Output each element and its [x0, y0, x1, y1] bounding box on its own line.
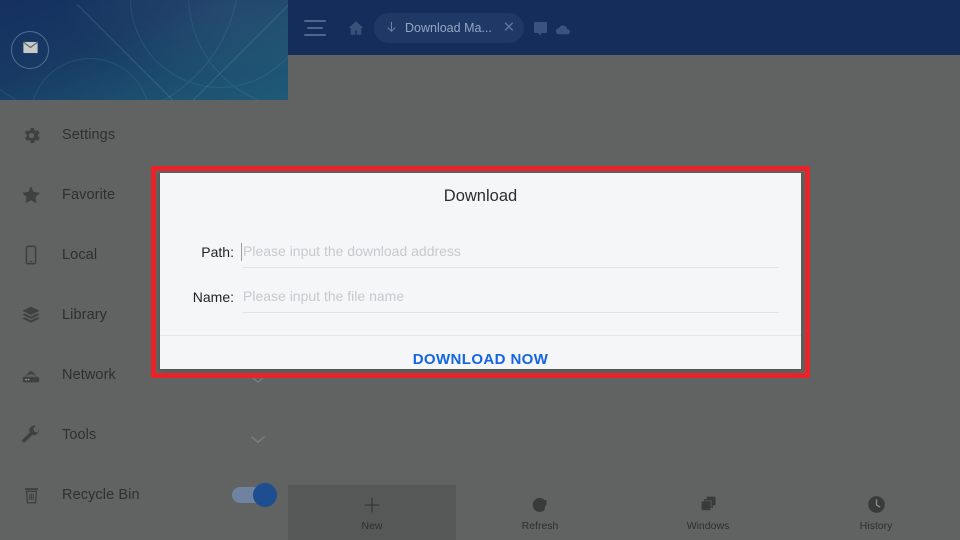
sidebar-item-label: Local	[62, 247, 98, 263]
sidebar-item-label: Library	[62, 307, 108, 323]
sidebar-item-label: Tools	[62, 427, 97, 443]
message-icon[interactable]	[533, 22, 547, 36]
top-bar: Download Ma... ✕	[288, 0, 960, 55]
bottom-item-label: Windows	[686, 519, 730, 532]
bottom-item-label: History	[859, 519, 893, 532]
chevron-down-icon[interactable]	[250, 431, 266, 443]
phone-icon	[16, 242, 46, 268]
app-root: Download Ma... ✕ Settings Favorite Local	[0, 0, 960, 540]
sidebar-item-settings[interactable]: Settings	[0, 105, 288, 165]
sidebar-item-label: Recycle Bin	[62, 487, 140, 503]
windows-stack-icon	[698, 494, 719, 516]
envelope-icon	[21, 38, 40, 62]
hamburger-menu-icon[interactable]	[304, 19, 326, 36]
dialog-highlight-box	[151, 166, 810, 378]
toggle-knob	[253, 483, 277, 507]
bottom-item-windows[interactable]: Windows	[624, 485, 792, 540]
sidebar-item-label: Network	[62, 367, 116, 383]
bottom-item-refresh[interactable]: Refresh	[456, 485, 624, 540]
home-icon[interactable]	[346, 18, 366, 38]
clock-icon	[866, 494, 887, 516]
layers-icon	[16, 302, 46, 328]
wrench-icon	[16, 422, 46, 448]
sidebar-item-recycle-bin[interactable]: Recycle Bin	[0, 465, 288, 525]
sidebar-item-tools[interactable]: Tools	[0, 405, 288, 465]
refresh-icon	[530, 494, 550, 516]
bottom-item-history[interactable]: History	[792, 485, 960, 540]
router-icon	[16, 362, 46, 388]
bottom-item-new[interactable]: New	[288, 485, 456, 540]
gear-icon	[16, 122, 46, 148]
tab-label: Download Ma...	[405, 20, 492, 35]
plus-icon	[361, 494, 383, 516]
cloud-icon[interactable]	[555, 22, 571, 35]
sidebar-header	[0, 0, 288, 100]
bottom-item-label: Refresh	[521, 519, 559, 532]
recycle-bin-toggle[interactable]	[232, 483, 277, 507]
bottom-item-label: New	[361, 519, 383, 532]
sidebar-item-label: Favorite	[62, 187, 116, 203]
download-arrow-icon	[384, 20, 399, 35]
trash-icon	[16, 482, 46, 508]
sidebar-item-label: Settings	[62, 127, 116, 143]
tab-download-manager[interactable]: Download Ma... ✕	[374, 12, 524, 43]
avatar[interactable]	[11, 31, 49, 69]
star-icon	[16, 182, 46, 208]
bottom-toolbar: New Refresh Windows History	[288, 485, 960, 540]
close-icon[interactable]: ✕	[500, 19, 518, 37]
